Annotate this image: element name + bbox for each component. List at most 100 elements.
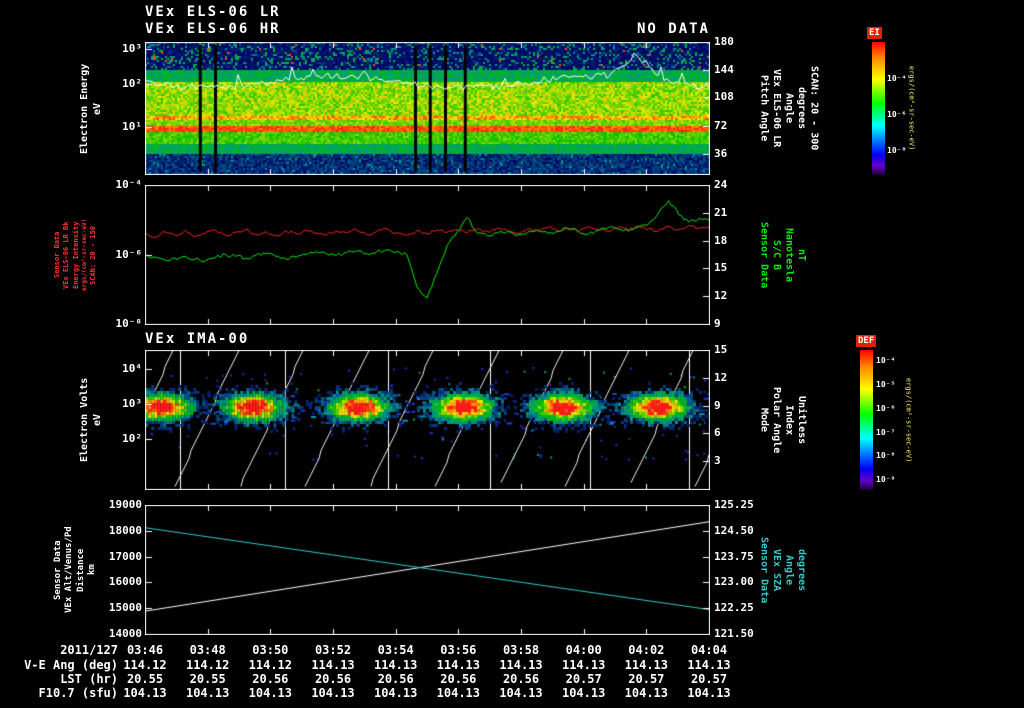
row-value: 104.13 (311, 686, 355, 700)
panel4-ytick: 16000 (108, 575, 142, 589)
row-value: 20.57 (565, 672, 602, 686)
time-label: 03:54 (377, 643, 414, 657)
ima-spectrogram-canvas (145, 350, 710, 490)
els-colorbar-title: EI (867, 27, 882, 39)
row-value: 114.12 (123, 658, 167, 672)
els-colorbar-tick-1: 10⁻⁴ (887, 74, 907, 83)
row-value: 20.57 (628, 672, 665, 686)
panel1-right-tick: 144 (714, 62, 734, 76)
time-label: 03:52 (314, 643, 352, 657)
time-label: 03:48 (189, 643, 226, 657)
row-value: 114.13 (561, 658, 606, 672)
panel4-right-tick: 124.50 (714, 523, 754, 537)
alt-label-line2: VEx Alt/Venus/Pd (64, 526, 75, 614)
els-right-axis-label: Pitch Angle VEx ELS-06 LR Angle degrees … (758, 42, 820, 175)
ima-colorbar-tick-2: 10⁻⁵ (876, 380, 896, 389)
row-value: 114.12 (248, 658, 292, 672)
time-label: 03:50 (252, 643, 289, 657)
row-value: 104.13 (373, 686, 418, 700)
electron-volts-label: Electron Volts (79, 377, 90, 463)
row-value: 104.13 (123, 686, 167, 700)
panel2-right-tick: 12 (714, 289, 728, 303)
time-label: 04:02 (628, 643, 665, 657)
scan-range-label: SCAN: 20 - 300 (808, 66, 820, 151)
panel2-right-tick: 15 (714, 261, 728, 275)
date-label: 2011/127 (60, 643, 118, 657)
panel-title-ima: VEx IMA-00 (145, 331, 250, 347)
alt-label-line3: Distance (75, 548, 86, 592)
alt-left-axis-label: Sensor Data VEx Alt/Venus/Pd Distance km (53, 505, 98, 635)
panel4-ytick: 15000 (108, 601, 142, 615)
row-value: 104.13 (185, 686, 230, 700)
polar-angle-label: Polar Angle (771, 386, 782, 454)
row-value: 104.13 (436, 686, 480, 700)
els-colorbar-tick-3: 10⁻⁸ (887, 146, 907, 155)
row-value: 20.56 (440, 672, 477, 686)
bk-left-axis-label: Sensor Data VEx ELS-06 LR Bk Energy Inte… (53, 185, 98, 325)
panel4-ytick: 19000 (108, 498, 142, 511)
degrees-label: degrees (796, 87, 807, 130)
panel2-ytick: 10⁻⁴ (115, 178, 143, 191)
els-colorbar-units-label: ergs/(cm²-sr-sec-eV) (907, 66, 916, 151)
panel4-right-tick: 123.75 (714, 549, 754, 563)
row-value: 104.13 (499, 686, 543, 700)
bk-label-line3: Energy Intensity (71, 221, 80, 289)
row-value: 20.57 (690, 672, 728, 686)
angle-label: Angle (783, 93, 795, 124)
bk-label-line4: ergs/(cm²-sr-sec-eV) (81, 218, 89, 292)
ima-colorbar-tick-5: 10⁻⁸ (876, 451, 896, 460)
ima-colorbar-units-label: ergs/(cm²-sr-sec-eV) (904, 377, 913, 463)
row-value: 114.13 (436, 658, 480, 672)
index-label: Index (783, 404, 795, 436)
panel3-right-tick: 3 (714, 454, 721, 468)
panel4-ytick: 18000 (108, 523, 142, 537)
mode-label: Mode (758, 407, 770, 433)
row-value: 20.56 (502, 672, 540, 686)
row-value: 20.56 (314, 672, 352, 686)
els-lr-label: VEx ELS-06 LR (771, 69, 782, 148)
ima-colorbar-title: DEF (856, 335, 877, 347)
panel2-right-tick: 21 (714, 205, 728, 219)
ima-right-axis-label: Mode Polar Angle Index Unitless (758, 350, 808, 490)
vex-sza-label: VEx SZA (771, 548, 782, 592)
vex-quicklook-plot: VEx ELS-06 LR VEx ELS-06 HR NO DATA VEx … (0, 0, 1024, 708)
alt-label-line1: Sensor Data (53, 540, 63, 600)
row-label: V-E Ang (deg) (24, 658, 118, 672)
panel2-right-tick: 9 (714, 317, 721, 330)
ima-colorbar (860, 350, 873, 490)
panel2-ytick: 10⁻⁸ (115, 317, 143, 330)
panel4-right-tick: 123.00 (714, 575, 754, 589)
panel2-right-tick: 18 (714, 233, 728, 247)
electron-energy-label: Electron Energy (79, 63, 90, 154)
sza-angle-label: Angle (783, 554, 795, 586)
panel3-right-tick: 9 (714, 398, 721, 412)
time-label: 03:46 (126, 643, 164, 657)
ima-colorbar-tick-4: 10⁻⁷ (876, 428, 896, 437)
panel3-ytick: 10² (122, 431, 142, 445)
time-label: 03:58 (502, 643, 540, 657)
panel3-right-tick: 6 (714, 426, 721, 440)
unitless-label: Unitless (796, 395, 807, 445)
time-label: 03:56 (440, 643, 477, 657)
ima-colorbar-tick-3: 10⁻⁶ (876, 404, 896, 413)
nanotesla-label: Nanotesla (783, 227, 795, 283)
panel1-ytick: 10¹ (122, 120, 142, 134)
panel1-right-tick: 180 (714, 35, 734, 48)
panel2-ytick: 10⁻⁶ (115, 247, 143, 261)
panel3-right-tick: 12 (714, 370, 728, 384)
panel4-right-tick: 125.25 (714, 498, 754, 511)
els-spectrogram-canvas (145, 42, 710, 175)
pitch-angle-label: Pitch Angle (758, 75, 770, 142)
panel4-right-tick: 121.50 (714, 627, 754, 640)
els-left-axis-label: Electron Energy eV (79, 42, 103, 175)
nt-unit-label: nT (796, 248, 807, 262)
row-value: 104.13 (248, 686, 292, 700)
row-value: 114.13 (373, 658, 418, 672)
panel4-ytick: 17000 (108, 549, 142, 563)
row-value: 20.55 (126, 672, 164, 686)
panel-title-els-lr: VEx ELS-06 LR (145, 4, 281, 20)
bk-label-line1: Sensor Data (53, 231, 61, 279)
panel1-ytick: 10² (122, 77, 142, 91)
els-colorbar-tick-2: 10⁻⁶ (887, 110, 907, 119)
row-label: F10.7 (sfu) (38, 686, 118, 700)
